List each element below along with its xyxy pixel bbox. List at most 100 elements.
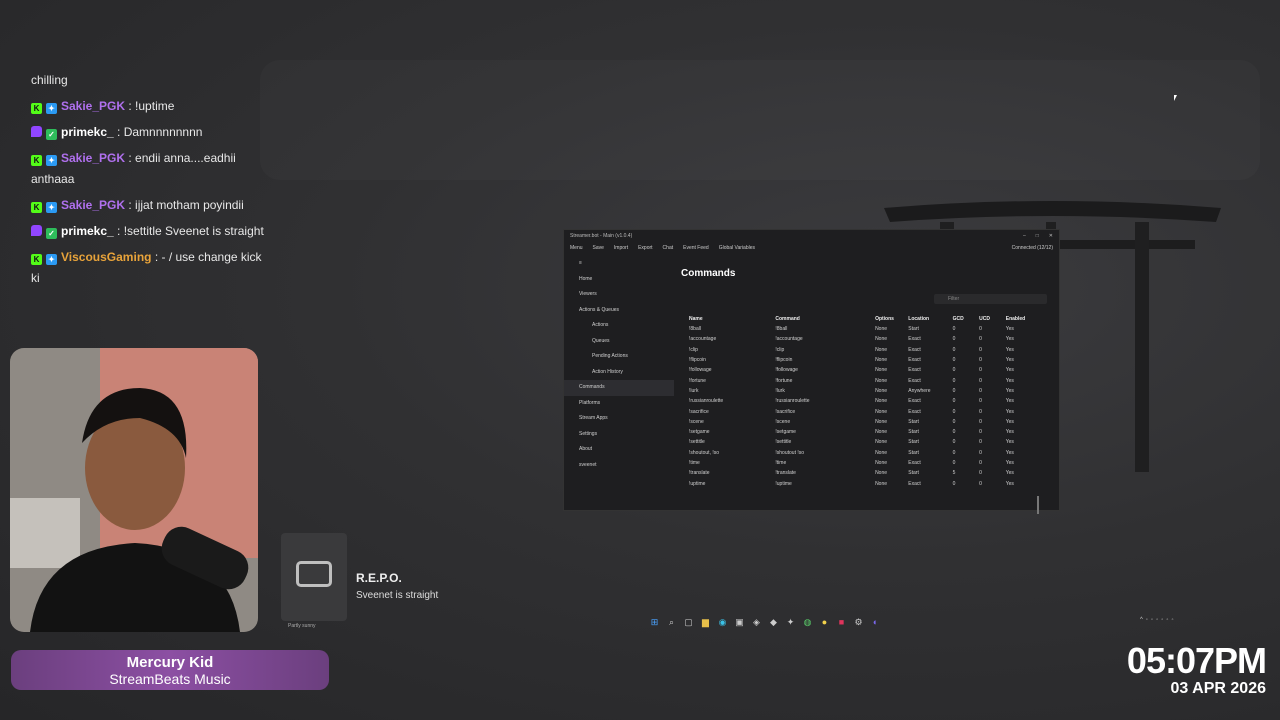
app-icon[interactable]: ● bbox=[818, 616, 831, 629]
search-icon[interactable]: ⌕ bbox=[665, 616, 678, 629]
table-row[interactable]: !settitle !settitle None Start 0 0 Yes bbox=[689, 437, 1039, 447]
sidebar-item-actions-queues[interactable]: Actions & Queues bbox=[564, 303, 674, 319]
table-cell: Exact bbox=[908, 377, 921, 384]
edge-icon[interactable]: ◉ bbox=[716, 616, 729, 629]
app-icon[interactable]: ◍ bbox=[801, 616, 814, 629]
sidebar-item-actions[interactable]: Actions bbox=[564, 318, 674, 334]
sidebar-item-about[interactable]: About bbox=[564, 442, 674, 458]
table-row[interactable]: !time !time None Exact 0 0 Yes bbox=[689, 458, 1039, 468]
connection-status[interactable]: Connected (12/12) bbox=[1012, 245, 1053, 251]
table-cell: None bbox=[875, 357, 888, 364]
game-controller-icon bbox=[296, 561, 332, 587]
sidebar-item-sveenet[interactable]: sveenet bbox=[564, 458, 674, 474]
column-header-name[interactable]: Name bbox=[689, 314, 775, 324]
clock-date: 03 APR 2026 bbox=[1170, 680, 1266, 697]
table-cell: !settitle bbox=[689, 439, 705, 446]
sidebar-item-commands[interactable]: Commands bbox=[564, 380, 674, 396]
column-header-command[interactable]: Command bbox=[775, 314, 875, 324]
window-titlebar[interactable]: Streamer.bot - Main (v1.0.4) – □ ✕ bbox=[564, 230, 1059, 241]
table-cell: !translate bbox=[689, 470, 710, 477]
app-icon[interactable]: ■ bbox=[835, 616, 848, 629]
chat-username: ViscousGaming bbox=[61, 250, 152, 264]
column-header-options[interactable]: Options bbox=[875, 314, 908, 324]
app-icon[interactable]: ✦ bbox=[784, 616, 797, 629]
toolbar-button-global-variables[interactable]: Global Variables bbox=[719, 245, 755, 251]
app-icon[interactable]: ◐ bbox=[869, 616, 882, 629]
system-tray[interactable]: ^ ◦ ◦ ◦ ◦ ◦ ◦ bbox=[1140, 617, 1174, 623]
chat-overlay: chilling K ✦ Sakie_PGK : !uptime ✓ primekc_ … bbox=[31, 70, 271, 294]
table-cell: !shoutout !so bbox=[775, 449, 805, 456]
app-icon[interactable]: ⚙ bbox=[852, 616, 865, 629]
folder-icon[interactable]: ▆ bbox=[699, 616, 712, 629]
sidebar-item-queues[interactable]: Queues bbox=[564, 334, 674, 350]
table-cell: 0 bbox=[979, 439, 982, 446]
sidebar-item-action-history[interactable]: Action History bbox=[564, 365, 674, 381]
column-header-gcd[interactable]: GCD bbox=[953, 314, 980, 324]
streamerbot-window[interactable]: Streamer.bot - Main (v1.0.4) – □ ✕ Menu S… bbox=[563, 229, 1060, 514]
kick-logo-icon: K bbox=[31, 254, 42, 265]
table-cell: !settitle bbox=[775, 439, 792, 446]
clock-time: 05:07PM bbox=[1126, 640, 1267, 681]
app-icon[interactable]: ◈ bbox=[750, 616, 763, 629]
table-cell: !8ball bbox=[689, 326, 701, 333]
table-cell: Yes bbox=[1005, 398, 1014, 405]
sidebar-item-platforms[interactable]: Platforms bbox=[564, 396, 674, 412]
close-icon[interactable]: ✕ bbox=[1049, 233, 1053, 239]
tray-icon[interactable]: ◦ bbox=[1156, 617, 1158, 623]
sidebar-item-settings[interactable]: Settings bbox=[564, 427, 674, 443]
table-cell: Exact bbox=[908, 398, 921, 405]
sidebar-item-home[interactable]: Home bbox=[564, 272, 674, 288]
table-cell: 0 bbox=[952, 429, 956, 436]
toolbar-button-event-feed[interactable]: Event Feed bbox=[683, 245, 709, 251]
filter-input[interactable]: Filter bbox=[934, 294, 1047, 304]
table-row[interactable]: !fortune !fortune None Exact 0 0 Yes bbox=[689, 375, 1039, 385]
minimize-icon[interactable]: – bbox=[1023, 233, 1026, 239]
table-scrollbar[interactable] bbox=[1037, 496, 1039, 514]
hamburger-icon[interactable]: ≡ bbox=[564, 256, 674, 272]
chat-username: Sakie_PGK bbox=[61, 151, 126, 165]
toolbar-button-chat[interactable]: Chat bbox=[663, 245, 674, 251]
table-row[interactable]: !8ball !8ball None Start 0 0 Yes bbox=[689, 324, 1039, 334]
table-row[interactable]: !lurk !lurk None Anywhere 0 0 Yes bbox=[689, 386, 1039, 396]
table-row[interactable]: !russianroulette !russianroulette None Exac… bbox=[689, 396, 1039, 406]
table-row[interactable]: !translate !translate None Start 5 0 Yes bbox=[689, 468, 1039, 478]
table-cell: 0 bbox=[952, 480, 956, 487]
chat-username: primekc_ bbox=[61, 224, 114, 238]
table-row[interactable]: !shoutout, !so !shoutout !so None Start 0 0 Ye… bbox=[689, 448, 1039, 458]
battery-icon[interactable]: ◦ bbox=[1172, 617, 1174, 623]
table-row[interactable]: !flipcoin !flipcoin None Exact 0 0 Yes bbox=[689, 355, 1039, 365]
sidebar-item-viewers[interactable]: Viewers bbox=[564, 287, 674, 303]
toolbar-button-save[interactable]: Save bbox=[593, 245, 604, 251]
task-view-icon[interactable]: ▢ bbox=[682, 616, 695, 629]
chevron-up-icon[interactable]: ^ bbox=[1140, 617, 1143, 623]
wifi-icon[interactable]: ◦ bbox=[1161, 617, 1163, 623]
start-icon[interactable]: ⊞ bbox=[648, 616, 661, 629]
song-artist: StreamBeats Music bbox=[109, 671, 231, 687]
toolbar-button-export[interactable]: Export bbox=[638, 245, 652, 251]
column-header-location[interactable]: Location bbox=[908, 314, 952, 324]
table-row[interactable]: !scene !scene None Start 0 0 Yes bbox=[689, 417, 1039, 427]
volume-icon[interactable]: ◦ bbox=[1166, 617, 1168, 623]
tray-icon[interactable]: ◦ bbox=[1151, 617, 1153, 623]
sidebar-item-pending-actions[interactable]: Pending Actions bbox=[564, 349, 674, 365]
table-cell: 0 bbox=[952, 418, 956, 425]
table-cell: !sacrifice bbox=[775, 408, 796, 415]
table-row[interactable]: !uptime !uptime None Exact 0 0 Yes bbox=[689, 478, 1039, 488]
toolbar-button-menu[interactable]: Menu bbox=[570, 245, 583, 251]
column-header-enabled[interactable]: Enabled bbox=[1006, 314, 1039, 324]
app-icon[interactable]: ◆ bbox=[767, 616, 780, 629]
table-cell: Start bbox=[908, 439, 919, 446]
twitch-logo-icon bbox=[31, 225, 42, 236]
toolbar-button-import[interactable]: Import bbox=[614, 245, 628, 251]
kick-logo-icon: K bbox=[31, 202, 42, 213]
table-row[interactable]: !sacrifice !sacrifice None Exact 0 0 Yes bbox=[689, 406, 1039, 416]
store-icon[interactable]: ▣ bbox=[733, 616, 746, 629]
table-row[interactable]: !accountage !accountage None Exact 0 0 Yes bbox=[689, 334, 1039, 344]
maximize-icon[interactable]: □ bbox=[1036, 233, 1039, 239]
tray-icon[interactable]: ◦ bbox=[1146, 617, 1148, 623]
sidebar-item-stream-apps[interactable]: Stream Apps bbox=[564, 411, 674, 427]
table-row[interactable]: !setgame !setgame None Start 0 0 Yes bbox=[689, 427, 1039, 437]
table-row[interactable]: !followage !followage None Exact 0 0 Yes bbox=[689, 365, 1039, 375]
table-row[interactable]: !clip !clip None Exact 0 0 Yes bbox=[689, 345, 1039, 355]
column-header-ucd[interactable]: UCD bbox=[979, 314, 1006, 324]
